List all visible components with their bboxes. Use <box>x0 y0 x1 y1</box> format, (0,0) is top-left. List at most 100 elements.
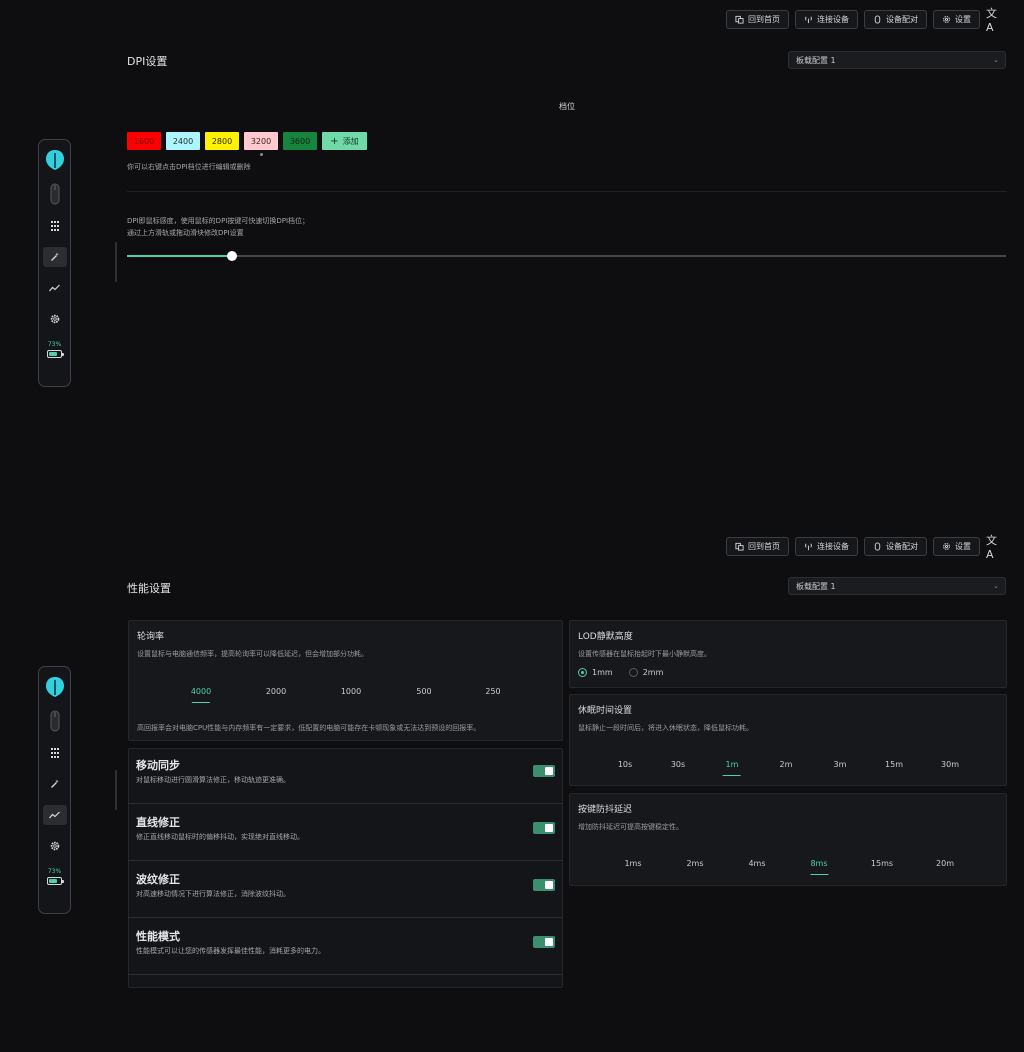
toggle-switch[interactable] <box>533 822 555 834</box>
panel-resize-handle[interactable] <box>115 242 117 282</box>
sidebar-item-dpi[interactable] <box>42 247 67 267</box>
gear-icon <box>943 543 950 550</box>
sleep-time-option[interactable]: 15m <box>885 760 903 769</box>
add-dpi-stage-button[interactable]: + 添加 <box>322 132 367 150</box>
gear-icon <box>943 16 950 23</box>
radio-icon <box>628 668 638 677</box>
sidebar-item-device-mouse-icon[interactable] <box>50 710 60 732</box>
dpi-description-line-2: 通过上方滑轨或拖动滑块修改DPI设置 <box>127 229 244 237</box>
radio-icon <box>578 668 587 677</box>
language-icon[interactable]: 文A <box>986 534 1004 561</box>
sidebar-item-keys[interactable] <box>43 743 67 763</box>
profile-select[interactable]: 板载配置 1 ⌄ <box>788 51 1006 69</box>
debounce-time-option[interactable]: 1ms <box>624 859 641 868</box>
polling-rate-option[interactable]: 250 <box>485 687 500 696</box>
profile-select[interactable]: 板载配置 1 ⌄ <box>788 577 1006 595</box>
sleep-time-option[interactable]: 2m <box>780 760 793 769</box>
home-button-label: 回到首页 <box>748 15 780 24</box>
pair-device-label: 设备配对 <box>886 15 918 24</box>
dpi-stage-chip[interactable]: 2400 <box>166 132 200 150</box>
panel-resize-handle[interactable] <box>115 770 117 810</box>
toggle-switch[interactable] <box>533 879 555 891</box>
sidebar-item-keys[interactable] <box>43 216 67 236</box>
sidebar-item-performance[interactable] <box>43 278 67 298</box>
sidebar: 73% <box>38 139 71 387</box>
toggle-switch[interactable] <box>533 765 555 777</box>
toggle-title: 波纹修正 <box>136 873 180 886</box>
lod-title: LOD静默高度 <box>578 632 633 642</box>
battery-percent: 73% <box>47 341 62 348</box>
gear-icon <box>50 841 59 851</box>
debounce-time-option[interactable]: 2ms <box>686 859 703 868</box>
settings-label: 设置 <box>955 542 971 551</box>
polling-rate-note: 高回报率会对电脑CPU性能与内存频率有一定要求，低配置的电脑可能存在卡顿现象或无… <box>137 724 481 732</box>
dpi-slider[interactable] <box>127 251 1006 261</box>
lod-radio[interactable]: 1mm <box>578 668 613 677</box>
sidebar-item-device-mouse-icon[interactable] <box>50 183 60 205</box>
debounce-time-option[interactable]: 8ms <box>810 859 827 868</box>
sleep-time-option[interactable]: 30m <box>941 760 959 769</box>
polling-rate-option[interactable]: 1000 <box>341 687 361 696</box>
dpi-slider-thumb[interactable] <box>227 251 237 261</box>
toggle-desc: 对高速移动情况下进行算法修正，消除波纹抖动。 <box>136 890 290 898</box>
connect-device-button[interactable]: 连接设备 <box>795 537 858 556</box>
sidebar-item-settings[interactable] <box>43 309 67 329</box>
sleep-options: 10s 30s 1m 2m 3m 15m 30m <box>570 760 1008 774</box>
dpi-stage-chip[interactable]: 3600 <box>283 132 317 150</box>
sidebar-item-dpi[interactable] <box>43 774 67 794</box>
sidebar: 73% <box>38 666 71 914</box>
toggle-row: 性能模式 性能模式可以让您的传感器发挥最佳性能，消耗更多的电力。 <box>128 919 563 975</box>
sidebar-item-performance[interactable] <box>42 805 67 825</box>
battery-icon <box>47 877 64 885</box>
language-icon[interactable]: 文A <box>986 7 1004 34</box>
connect-device-button[interactable]: 连接设备 <box>795 10 858 29</box>
grid-icon <box>50 221 59 231</box>
toggle-switch[interactable] <box>533 936 555 948</box>
dpi-description: DPI即鼠标感度，使用鼠标的DPI按键可快速切换DPI档位； 通过上方滑轨或拖动… <box>127 215 309 239</box>
debounce-time-option[interactable]: 4ms <box>748 859 765 868</box>
battery-fill <box>49 879 58 883</box>
sleep-time-option[interactable]: 10s <box>618 760 632 769</box>
toggle-switch-knob <box>545 881 553 889</box>
pair-device-button[interactable]: 设备配对 <box>864 10 927 29</box>
dpi-description-line-1: DPI即鼠标感度，使用鼠标的DPI按键可快速切换DPI档位； <box>127 217 310 225</box>
top-toolbar: 回到首页 连接设备 设备配对 设置 文A <box>726 534 1004 561</box>
polling-rate-option[interactable]: 2000 <box>266 687 286 696</box>
lod-radio[interactable]: 2mm <box>628 668 664 677</box>
settings-button[interactable]: 设置 <box>933 537 980 556</box>
debounce-desc: 增加防抖延迟可提高按键稳定性。 <box>578 823 683 831</box>
sidebar-item-settings[interactable] <box>43 836 67 856</box>
sleep-time-option[interactable]: 3m <box>834 760 847 769</box>
sleep-time-option[interactable]: 30s <box>671 760 685 769</box>
debounce-time-option[interactable]: 20m <box>936 859 954 868</box>
polling-rate-options: 4000 2000 1000 500 250 <box>129 687 564 701</box>
signal-icon <box>805 16 812 24</box>
dpi-stage-chip[interactable]: 1600 <box>127 132 161 150</box>
pair-device-button[interactable]: 设备配对 <box>864 537 927 556</box>
polling-rate-option[interactable]: 4000 <box>191 687 211 696</box>
performance-screen: 回到首页 连接设备 设备配对 设置 文A 性能设置 板载配置 1 ⌄ 73% 轮… <box>0 526 1024 1052</box>
polling-rate-option[interactable]: 500 <box>416 687 431 696</box>
connect-device-label: 连接设备 <box>817 15 849 24</box>
top-toolbar: 回到首页 连接设备 设备配对 设置 文A <box>726 7 1004 34</box>
dpi-stage-chip[interactable]: 3200 <box>244 132 278 156</box>
debounce-time-option[interactable]: 15ms <box>871 859 893 868</box>
brand-logo-icon <box>45 150 64 170</box>
profile-select-value: 板载配置 1 <box>796 55 836 65</box>
lod-radio-label: 2mm <box>642 668 664 677</box>
home-button[interactable]: 回到首页 <box>726 537 789 556</box>
dpi-screen: 回到首页 连接设备 设备配对 设置 文A DPI设置 板载配置 1 ⌄ 73% … <box>0 0 1024 526</box>
sleep-time-option[interactable]: 1m <box>726 760 739 769</box>
toggle-desc: 性能模式可以让您的传感器发挥最佳性能，消耗更多的电力。 <box>136 947 325 955</box>
gear-icon <box>50 314 59 324</box>
dpi-stage-chip[interactable]: 2800 <box>205 132 239 150</box>
home-icon <box>735 15 744 24</box>
toggle-row: 移动同步 对鼠标移动进行圆滑算法修正，移动轨迹更准确。 <box>128 748 563 804</box>
sleep-card: 休眠时间设置 鼠标静止一段时间后，将进入休眠状态，降低鼠标功耗。 10s 30s 1… <box>569 694 1007 786</box>
battery-icon <box>47 350 64 358</box>
settings-button[interactable]: 设置 <box>933 10 980 29</box>
home-button[interactable]: 回到首页 <box>726 10 789 29</box>
add-dpi-stage-label: 添加 <box>342 136 359 146</box>
chart-line-icon <box>49 284 60 292</box>
brand-logo-icon <box>45 677 64 697</box>
